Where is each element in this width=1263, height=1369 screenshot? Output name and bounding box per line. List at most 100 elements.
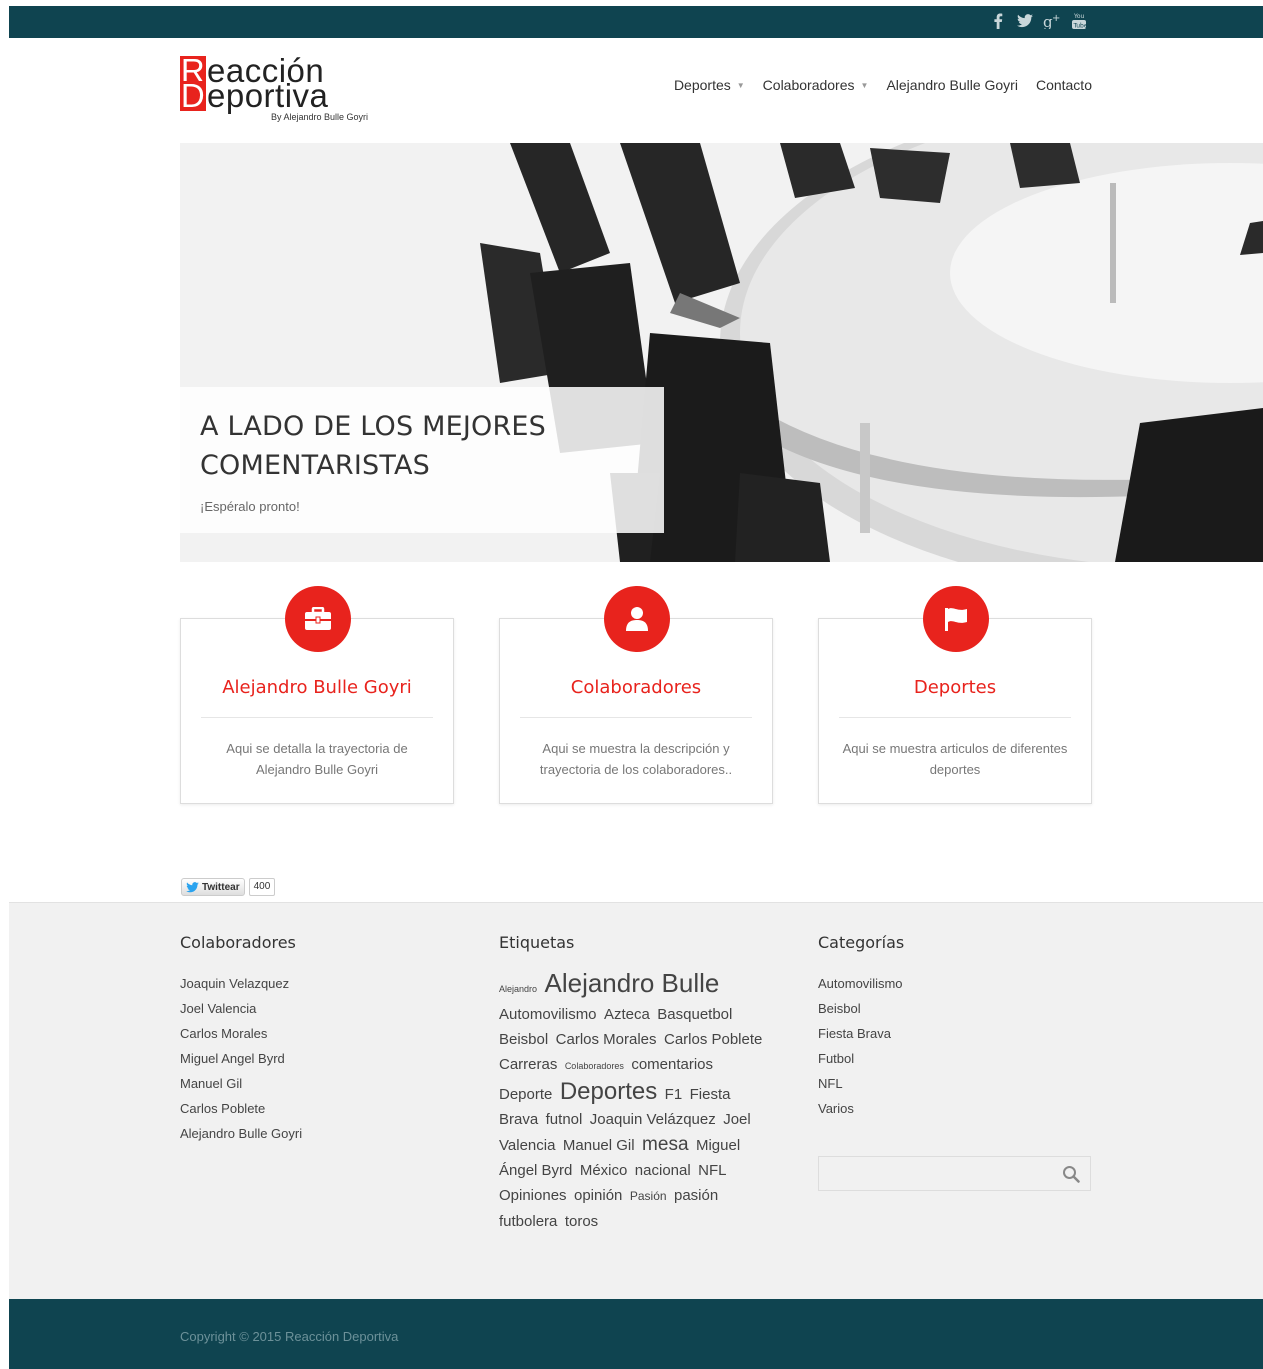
categorias-list: Automovilismo Beisbol Fiesta Brava Futbo…: [818, 971, 1093, 1121]
nav-item-deportes[interactable]: Deportes ▼: [674, 77, 745, 93]
list-item[interactable]: Manuel Gil: [180, 1071, 450, 1096]
feature-text: Aqui se detalla la trayectoria de Alejan…: [226, 741, 408, 777]
twitter-icon[interactable]: [1017, 14, 1033, 28]
flag-icon: [923, 586, 989, 652]
site-header: Reacción Deportiva By Alejandro Bulle Go…: [9, 38, 1263, 143]
search-icon[interactable]: [1062, 1165, 1080, 1188]
site-logo[interactable]: Reacción Deportiva By Alejandro Bulle Go…: [180, 54, 370, 126]
tag-link[interactable]: Automovilismo: [499, 1006, 597, 1023]
nav-item-alejandro[interactable]: Alejandro Bulle Goyri: [886, 77, 1018, 93]
tag-link[interactable]: Deporte: [499, 1086, 552, 1103]
tweet-count: 400: [248, 878, 276, 896]
widget-colaboradores: Colaboradores Joaquin Velazquez Joel Val…: [180, 933, 450, 1146]
tweet-widget: Twittear 400: [181, 878, 276, 896]
widget-title: Categorías: [818, 933, 905, 952]
main-nav: Deportes ▼ Colaboradores ▼ Alejandro Bul…: [674, 77, 1092, 93]
logo-cap-d: D: [180, 77, 206, 114]
tag-link[interactable]: Carlos Morales: [556, 1031, 657, 1048]
hero-slider: A LADO DE LOS MEJORES COMENTARISTAS ¡Esp…: [180, 143, 1263, 562]
hero-title: A LADO DE LOS MEJORES COMENTARISTAS: [200, 411, 547, 481]
tag-link[interactable]: Basquetbol: [657, 1006, 732, 1023]
tag-link[interactable]: Opiniones: [499, 1187, 567, 1204]
feature-text: Aqui se muestra la descripción y trayect…: [539, 741, 733, 777]
colaboradores-list: Joaquin Velazquez Joel Valencia Carlos M…: [180, 971, 450, 1146]
google-plus-icon[interactable]: g +: [1043, 13, 1061, 29]
feature-box-deportes[interactable]: Deportes Aqui se muestra articulos de di…: [818, 586, 1092, 804]
list-item[interactable]: NFL: [818, 1071, 1093, 1096]
feature-box-colaboradores[interactable]: Colaboradores Aqui se muestra la descrip…: [499, 586, 773, 804]
nav-item-contacto[interactable]: Contacto: [1036, 77, 1092, 93]
tag-link[interactable]: Colaboradores: [565, 1061, 624, 1071]
list-item[interactable]: Alejandro Bulle Goyri: [180, 1121, 450, 1146]
widget-etiquetas: Etiquetas Alejandro Alejandro Bulle Auto…: [499, 933, 769, 1234]
tag-link[interactable]: Azteca: [604, 1006, 650, 1023]
list-item[interactable]: Automovilismo: [818, 971, 1093, 996]
svg-text:You: You: [1073, 13, 1085, 20]
feature-title: Alejandro Bulle Goyri: [222, 677, 412, 698]
list-item[interactable]: Futbol: [818, 1046, 1093, 1071]
twitter-bird-icon: [186, 881, 199, 892]
tag-link[interactable]: Carreras: [499, 1056, 557, 1073]
nav-item-colaboradores[interactable]: Colaboradores ▼: [763, 77, 869, 93]
search-input[interactable]: [818, 1156, 1091, 1191]
tag-link[interactable]: Deportes: [560, 1078, 657, 1105]
widget-categorias: Categorías Automovilismo Beisbol Fiesta …: [818, 933, 1093, 1191]
facebook-icon[interactable]: [993, 13, 1007, 29]
feature-boxes: Alejandro Bulle Goyri Aqui se detalla la…: [180, 585, 1092, 805]
divider: [839, 717, 1071, 718]
list-item[interactable]: Miguel Angel Byrd: [180, 1046, 450, 1071]
hero-subtitle: ¡Espéralo pronto!: [200, 499, 300, 514]
tag-link[interactable]: Carlos Poblete: [664, 1031, 762, 1048]
logo-byline: By Alejandro Bulle Goyri: [270, 112, 368, 122]
widget-title: Etiquetas: [499, 933, 575, 952]
tag-link[interactable]: Beisbol: [499, 1031, 548, 1048]
page: g + You Tube Reacción Deportiva By Alejand…: [9, 6, 1263, 1369]
feature-text: Aqui se muestra articulos de diferentes …: [842, 741, 1068, 777]
tag-link[interactable]: Manuel Gil: [563, 1137, 635, 1154]
tweet-button[interactable]: Twittear: [181, 878, 245, 896]
briefcase-icon: [285, 586, 351, 652]
nav-label: Colaboradores: [762, 77, 855, 93]
logo-text-line2: eportiva: [207, 77, 329, 114]
feature-box-alejandro[interactable]: Alejandro Bulle Goyri Aqui se detalla la…: [180, 586, 454, 804]
user-icon: [604, 586, 670, 652]
hero-caption: A LADO DE LOS MEJORES COMENTARISTAS ¡Esp…: [180, 387, 664, 533]
tag-link[interactable]: opinión: [574, 1187, 622, 1204]
tweet-label: Twittear: [202, 881, 240, 893]
list-item[interactable]: Carlos Morales: [180, 1021, 450, 1046]
tag-link[interactable]: NFL: [698, 1162, 726, 1179]
tag-link[interactable]: nacional: [635, 1162, 691, 1179]
tag-link[interactable]: Alejandro Bulle: [544, 968, 719, 998]
nav-label: Deportes: [673, 77, 731, 93]
copyright-bar: Copyright © 2015 Reacción Deportiva: [9, 1299, 1263, 1369]
youtube-icon[interactable]: You Tube: [1071, 12, 1087, 30]
tag-link[interactable]: Joaquin Velázquez: [590, 1111, 716, 1128]
divider: [201, 717, 433, 718]
tag-link[interactable]: F1: [665, 1086, 683, 1103]
tag-link[interactable]: México: [580, 1162, 628, 1179]
feature-title: Deportes: [913, 677, 997, 698]
tag-link[interactable]: mesa: [642, 1134, 688, 1155]
svg-text:Tube: Tube: [1073, 23, 1088, 30]
tag-link[interactable]: comentarios: [631, 1056, 713, 1073]
list-item[interactable]: Fiesta Brava: [818, 1021, 1093, 1046]
list-item[interactable]: Joel Valencia: [180, 996, 450, 1021]
feature-title: Colaboradores: [570, 677, 702, 698]
footer-widgets: Colaboradores Joaquin Velazquez Joel Val…: [9, 902, 1263, 1299]
list-item[interactable]: Joaquin Velazquez: [180, 971, 450, 996]
divider: [520, 717, 752, 718]
chevron-down-icon: ▼: [736, 80, 745, 90]
nav-label: Alejandro Bulle Goyri: [886, 77, 1018, 93]
svg-text:+: +: [1052, 13, 1060, 24]
tag-link[interactable]: toros: [565, 1213, 598, 1230]
tag-link[interactable]: Alejandro: [499, 984, 537, 994]
tag-link[interactable]: futnol: [546, 1111, 583, 1128]
nav-label: Contacto: [1035, 77, 1092, 93]
tag-link[interactable]: Pasión: [630, 1189, 667, 1203]
top-bar: g + You Tube: [9, 6, 1263, 38]
list-item[interactable]: Carlos Poblete: [180, 1096, 450, 1121]
chevron-down-icon: ▼: [860, 80, 869, 90]
list-item[interactable]: Varios: [818, 1096, 1093, 1121]
tag-cloud: Alejandro Alejandro Bulle Automovilismo …: [499, 968, 767, 1234]
list-item[interactable]: Beisbol: [818, 996, 1093, 1021]
